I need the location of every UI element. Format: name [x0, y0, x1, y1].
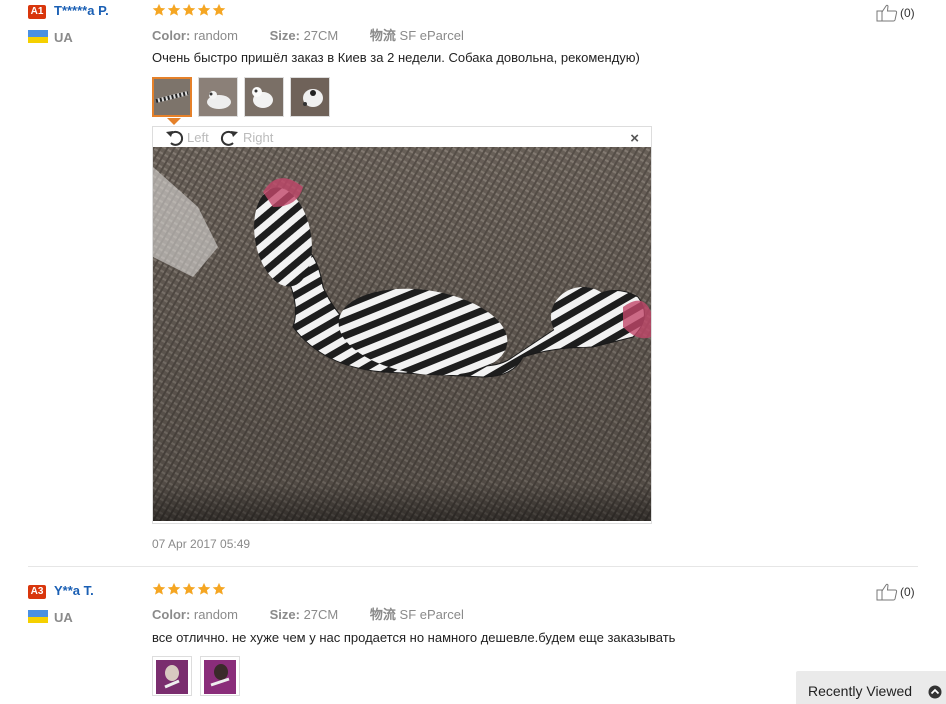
order-info: Color: random Size: 27CM 物流 SF eParcel [152, 25, 492, 44]
shipping-label: 物流 [369, 607, 396, 622]
review-photos [152, 656, 240, 696]
active-photo-pointer [167, 118, 181, 125]
buyer-level-badge: A1 [28, 5, 46, 19]
star-icon [212, 3, 226, 16]
shipping-label: 物流 [369, 28, 396, 43]
thumbs-up-icon [876, 583, 898, 601]
photo-viewer: Left Right × [152, 126, 652, 524]
helpful-button[interactable]: (0) [876, 583, 915, 601]
review-divider [28, 566, 918, 567]
star-icon [182, 582, 196, 595]
rotate-right-label: Right [243, 129, 274, 145]
star-icon [152, 3, 166, 16]
color-value: random [193, 607, 238, 622]
shipping-value: SF eParcel [399, 607, 464, 622]
review-photo-thumb[interactable] [244, 77, 284, 117]
star-icon [197, 3, 211, 16]
star-icon [167, 3, 181, 16]
rotate-left-button[interactable]: Left [165, 128, 209, 146]
viewer-toolbar: Left Right × [153, 127, 651, 147]
shipping-value: SF eParcel [399, 28, 464, 43]
star-icon [167, 582, 181, 595]
color-label: Color: [152, 607, 191, 622]
rating-stars [152, 582, 226, 598]
review-text: Очень быстро пришёл заказ в Киев за 2 не… [152, 50, 640, 65]
ukraine-flag-icon [28, 30, 48, 43]
review-photo-thumb[interactable] [198, 77, 238, 117]
review-photo-large [153, 147, 651, 521]
color-value: random [193, 28, 238, 43]
helpful-button[interactable]: (0) [876, 4, 915, 22]
size-label: Size: [269, 607, 300, 622]
helpful-count: (0) [900, 6, 915, 20]
thumbs-up-icon [876, 4, 898, 22]
size-label: Size: [269, 28, 300, 43]
recently-viewed-tab[interactable]: Recently Viewed [796, 671, 946, 704]
star-icon [152, 582, 166, 595]
rotate-left-icon [166, 130, 184, 146]
close-viewer-button[interactable]: × [630, 130, 639, 147]
buyer-level-badge: A3 [28, 585, 46, 599]
rotate-right-icon [220, 130, 238, 146]
review-photo-thumb[interactable] [200, 656, 240, 696]
review-photo-thumb[interactable] [152, 77, 192, 117]
rating-stars [152, 3, 226, 19]
reviewer-country: UA [54, 610, 73, 625]
review-photo-thumb[interactable] [152, 656, 192, 696]
reviewer-country: UA [54, 30, 73, 45]
helpful-count: (0) [900, 585, 915, 599]
rotate-right-button[interactable]: Right [219, 128, 273, 146]
size-value: 27CM [303, 28, 339, 43]
reviewer-name: Y**a T. [54, 583, 94, 598]
review-photo-thumb[interactable] [290, 77, 330, 117]
recently-viewed-label: Recently Viewed [808, 683, 913, 699]
color-label: Color: [152, 28, 191, 43]
star-icon [212, 582, 226, 595]
chevron-up-icon [928, 685, 942, 699]
star-icon [182, 3, 196, 16]
ukraine-flag-icon [28, 610, 48, 623]
review-photos [152, 77, 330, 117]
rotate-left-label: Left [187, 129, 209, 145]
reviewer-name: T*****a P. [54, 3, 109, 18]
size-value: 27CM [303, 607, 339, 622]
review-text: все отлично. не хуже чем у нас продается… [152, 630, 676, 645]
review-date: 07 Apr 2017 05:49 [152, 537, 251, 551]
order-info: Color: random Size: 27CM 物流 SF eParcel [152, 604, 492, 623]
star-icon [197, 582, 211, 595]
